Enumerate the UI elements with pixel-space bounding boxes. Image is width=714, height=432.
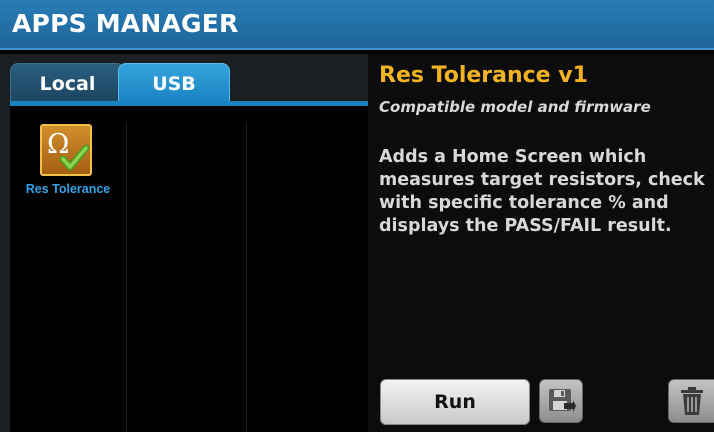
tab-local[interactable]: Local	[10, 63, 125, 103]
app-detail-title: Res Tolerance v1	[379, 63, 588, 88]
run-button-label: Run	[434, 391, 476, 413]
ohm-checkmark-icon: Ω	[40, 124, 92, 176]
app-browser-panel: Local USB Ω Res Tolerance	[0, 54, 368, 432]
app-details-panel: Res Tolerance v1 Compatible model and fi…	[368, 54, 714, 432]
page-title: APPS MANAGER	[12, 9, 239, 38]
delete-button[interactable]	[668, 379, 714, 423]
app-tile-label: Res Tolerance	[25, 182, 111, 196]
tab-usb-label: USB	[152, 72, 196, 95]
app-grid: Ω Res Tolerance	[10, 106, 368, 432]
run-button[interactable]: Run	[380, 379, 530, 425]
save-to-disk-icon	[549, 389, 576, 412]
svg-text:Ω: Ω	[47, 129, 69, 160]
grid-divider	[246, 122, 247, 432]
tab-usb[interactable]: USB	[118, 63, 230, 103]
trash-icon	[680, 387, 703, 415]
compatibility-note: Compatible model and firmware	[379, 98, 651, 116]
app-tile-res-tolerance[interactable]: Ω Res Tolerance	[10, 122, 126, 212]
tab-local-label: Local	[39, 72, 96, 95]
title-bar: APPS MANAGER	[0, 0, 714, 50]
app-description: Adds a Home Screen which measures target…	[379, 147, 705, 236]
grid-divider	[126, 122, 127, 432]
save-to-disk-button[interactable]	[539, 379, 583, 423]
